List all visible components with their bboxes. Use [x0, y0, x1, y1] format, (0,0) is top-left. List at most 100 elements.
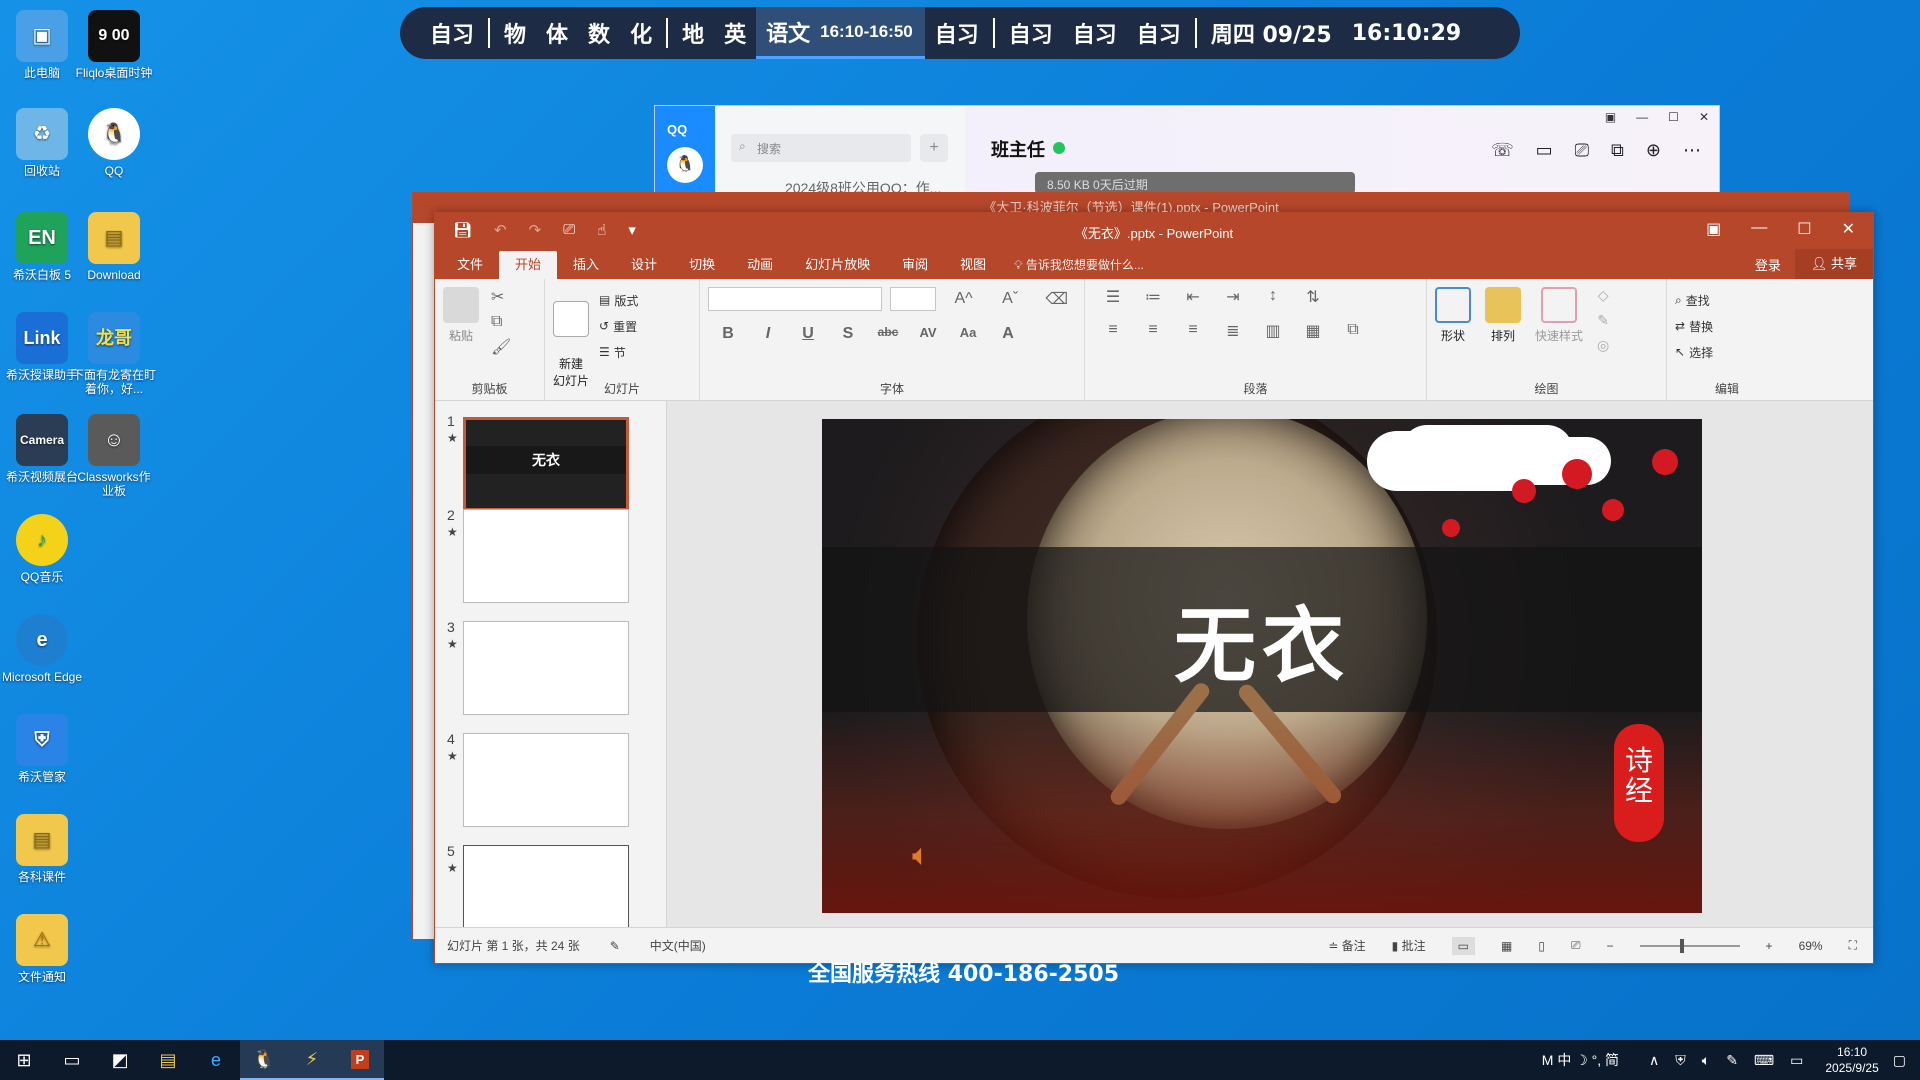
strikethrough-button[interactable]: abc [868, 325, 908, 343]
tab-animations[interactable]: 动画 [731, 251, 789, 279]
align-left-icon[interactable]: ≡ [1093, 321, 1133, 341]
align-center-icon[interactable]: ≡ [1133, 321, 1173, 341]
font-family-select[interactable] [708, 287, 882, 311]
select-button[interactable]: ↖ 选择 [1675, 339, 1779, 365]
line-spacing-icon[interactable]: ↕ [1253, 287, 1293, 307]
desktop-icon-fliqlo[interactable]: 9 00 Fliqlo桌面时钟 [72, 10, 156, 80]
zoom-level[interactable]: 69% [1799, 939, 1823, 953]
bold-button[interactable]: B [708, 325, 748, 343]
avatar[interactable]: 🐧 [667, 147, 703, 183]
sign-in-link[interactable]: 登录 [1755, 255, 1781, 274]
copy-icon[interactable]: ⧉ [491, 313, 511, 331]
maximize-icon[interactable]: ☐ [1797, 219, 1811, 239]
slide-thumbnail-3[interactable] [463, 621, 629, 715]
slide-thumbnail-pane[interactable]: 1 ★ 无衣 2 ★ 3 ★ 4 ★ 5 ★ [435, 401, 667, 927]
close-icon[interactable]: ✕ [1699, 110, 1709, 124]
keyboard-icon[interactable]: ⌨ [1754, 1052, 1774, 1069]
tab-review[interactable]: 审阅 [886, 251, 944, 279]
desktop-icon-courseware[interactable]: ▤ 各科课件 [0, 814, 84, 884]
text-direction-icon[interactable]: ⇅ [1293, 287, 1333, 307]
video-call-icon[interactable]: ▭ [1536, 140, 1553, 161]
slide-thumbnail-1[interactable]: 无衣 [463, 417, 629, 511]
zoom-out-icon[interactable]: − [1607, 939, 1614, 953]
desktop-icon-qq[interactable]: 🐧 QQ [72, 108, 156, 178]
tab-home[interactable]: 开始 [499, 251, 558, 279]
tab-slideshow[interactable]: 幻灯片放映 [789, 251, 886, 279]
zoom-in-icon[interactable]: + [1766, 939, 1773, 953]
normal-view-icon[interactable]: ▭ [1451, 936, 1475, 955]
pen-icon[interactable]: ✎ [1726, 1052, 1738, 1069]
close-icon[interactable]: ✕ [1842, 219, 1855, 239]
ribbon-display-icon[interactable]: ▣ [1706, 219, 1721, 239]
comments-button[interactable]: ▮ 批注 [1392, 937, 1426, 954]
powerpoint-icon[interactable]: P [336, 1040, 384, 1080]
desktop-icon-edge[interactable]: e Microsoft Edge [0, 614, 84, 684]
font-size-select[interactable] [889, 287, 937, 311]
find-button[interactable]: ⌕ 查找 [1675, 287, 1779, 313]
cut-icon[interactable]: ✂ [491, 287, 511, 307]
arrange-button[interactable]: 排列 [1485, 287, 1521, 354]
file-explorer-icon[interactable]: ▤ [144, 1040, 192, 1080]
share-button[interactable]: 👤︎ 共享 [1794, 249, 1873, 279]
tab-view[interactable]: 视图 [944, 251, 1002, 279]
smartart-icon[interactable]: ⧉ [1333, 321, 1373, 341]
char-spacing-button[interactable]: AV [908, 325, 948, 343]
italic-button[interactable]: I [748, 325, 788, 343]
reading-view-icon[interactable]: ▯ [1538, 939, 1545, 953]
zoom-slider[interactable] [1639, 938, 1740, 953]
desktop-icon-qq-music[interactable]: ♪ QQ音乐 [0, 514, 84, 584]
seewo-icon[interactable]: ◩ [96, 1040, 144, 1080]
shadow-button[interactable]: S [828, 325, 868, 343]
shapes-button[interactable]: 形状 [1435, 287, 1471, 354]
ime-indicator[interactable]: M 中 ☽ °, 简 [1542, 1050, 1619, 1070]
start-icon[interactable]: ⊞ [0, 1040, 48, 1080]
tab-file[interactable]: 文件 [441, 251, 499, 279]
add-icon[interactable]: + [920, 134, 948, 162]
underline-button[interactable]: U [788, 325, 828, 343]
tell-me-search[interactable]: 💡︎ 告诉我您想要做什么... [1014, 251, 1144, 279]
qq-window[interactable]: QQ 🐧 ⌕ 搜索 + 2024级8班公用QQ：作... 班主任 8.50 KB… [654, 105, 1720, 196]
screen-share-icon[interactable]: ⎚ [1575, 140, 1589, 161]
language-indicator[interactable]: 中文(中国) [650, 937, 706, 954]
clear-format-icon[interactable]: ⌫ [1037, 289, 1076, 309]
notification-icon[interactable]: ▢ [1893, 1052, 1906, 1069]
shape-outline-icon[interactable]: ✎ [1597, 312, 1609, 329]
desktop-icon-classworks[interactable]: ☺ Classworks作业板 [72, 414, 156, 498]
slide-title[interactable]: 无衣 [822, 579, 1702, 698]
tab-insert[interactable]: 插入 [557, 251, 615, 279]
more-icon[interactable]: ⋯ [1683, 140, 1701, 161]
display-icon[interactable]: ▭ [1790, 1052, 1803, 1069]
edge-icon[interactable]: e [192, 1040, 240, 1080]
decrease-indent-icon[interactable]: ⇤ [1173, 287, 1213, 307]
shape-effects-icon[interactable]: ◎ [1597, 337, 1609, 354]
spellcheck-icon[interactable]: ✎ [610, 939, 620, 953]
clock[interactable]: 16:10 2025/9/25 [1825, 1044, 1878, 1076]
phone-icon[interactable]: ☏ [1491, 140, 1514, 161]
classworks-icon[interactable]: ⚡︎ [288, 1040, 336, 1080]
slide-thumbnail-4[interactable] [463, 733, 629, 827]
shrink-font-icon[interactable]: Aˇ [991, 290, 1030, 308]
chevron-up-icon[interactable]: ∧ [1649, 1052, 1659, 1069]
minimize-icon[interactable]: — [1636, 110, 1648, 124]
grow-font-icon[interactable]: A^ [944, 290, 983, 308]
desktop-icon-seewo-guard[interactable]: ⛨ 希沃管家 [0, 714, 84, 784]
align-right-icon[interactable]: ≡ [1173, 321, 1213, 341]
change-case-button[interactable]: Aa [948, 325, 988, 343]
slide-1[interactable]: 无衣 诗经 🔈︎ [822, 419, 1702, 913]
justify-icon[interactable]: ≣ [1213, 321, 1253, 341]
notes-button[interactable]: ≐ 备注 [1328, 937, 1365, 954]
paste-button[interactable]: 粘贴 [443, 287, 479, 357]
slideshow-icon[interactable]: ⎚ [1571, 938, 1581, 953]
slide-sorter-icon[interactable]: ▦ [1501, 939, 1512, 953]
volume-icon[interactable]: 🔈︎ [1702, 1052, 1710, 1069]
reset-button[interactable]: ↺ 重置 [599, 313, 638, 339]
qq-icon[interactable]: 🐧 [240, 1040, 288, 1080]
slide-thumbnail-2[interactable] [463, 509, 629, 603]
replace-button[interactable]: ⇄ 替换 [1675, 313, 1779, 339]
font-color-button[interactable]: A [988, 325, 1028, 343]
section-button[interactable]: ☰ 节 [599, 339, 638, 365]
remote-desktop-icon[interactable]: ⧉ [1611, 140, 1624, 161]
format-painter-icon[interactable]: 🖌︎ [491, 337, 511, 357]
fit-slide-icon[interactable]: ⛶ [1849, 938, 1857, 953]
tab-transitions[interactable]: 切换 [673, 251, 731, 279]
